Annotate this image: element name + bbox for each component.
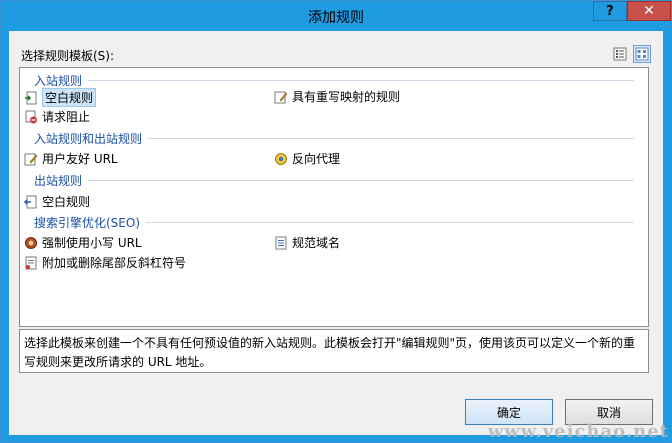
list-item-blank-outbound-rule[interactable]: 空白规则: [23, 193, 91, 210]
list-item-blank-inbound-rule[interactable]: 空白规则: [24, 88, 97, 107]
group-header-label: 出站规则: [34, 174, 83, 188]
list-item-label: 附加或删除尾部反斜杠符号: [42, 256, 187, 270]
list-item-rewrite-map-rule[interactable]: 具有重写映射的规则: [274, 88, 400, 105]
list-item-label: 请求阻止: [42, 110, 91, 124]
template-description: 选择此模板来创建一个不具有任何预设值的新入站规则。此模板会打开"编辑规则"页，使…: [19, 329, 649, 373]
group-header-label: 入站规则: [34, 74, 83, 88]
rule-template-list: 入站规则 空白规则 具有重写映射的规则 请求阻止 入站规则和出站规则 用户友好 …: [19, 67, 649, 327]
list-item-label: 强制使用小写 URL: [42, 236, 142, 250]
template-label: 选择规则模板(S):: [21, 49, 115, 63]
canonical-domain-icon: [274, 236, 288, 250]
list-item-reverse-proxy[interactable]: 反向代理: [274, 150, 340, 167]
view-toggle: [611, 45, 651, 63]
request-blocking-icon: [24, 110, 38, 124]
list-item-user-friendly-url[interactable]: 用户友好 URL: [24, 150, 118, 167]
list-view-icon[interactable]: [611, 45, 629, 63]
user-friendly-url-icon: [24, 152, 38, 166]
blank-outbound-rule-icon: [23, 195, 38, 209]
list-item-lowercase-url[interactable]: 强制使用小写 URL: [24, 234, 142, 251]
reverse-proxy-icon: [274, 152, 288, 166]
list-item-label: 空白规则: [42, 195, 91, 209]
group-header-inbound-outbound: 入站规则和出站规则: [34, 130, 634, 147]
list-item-label: 反向代理: [292, 152, 341, 166]
add-rule-dialog: 添加规则 ? ✕ 选择规则模板(S): 入站规则 空白规则 具有重写映射的规则 …: [0, 0, 672, 443]
rewrite-map-rule-icon: [274, 90, 288, 104]
close-button[interactable]: ✕: [627, 1, 671, 21]
group-header-label: 搜索引擎优化(SEO): [34, 216, 141, 230]
blank-inbound-rule-icon: [24, 91, 38, 105]
group-header-outbound: 出站规则: [34, 172, 634, 189]
tile-view-icon[interactable]: [633, 45, 651, 63]
group-header-inbound: 入站规则: [34, 72, 634, 89]
trailing-slash-icon: [24, 256, 38, 270]
dialog-title: 添加规则: [308, 10, 364, 26]
help-button[interactable]: ?: [593, 1, 627, 21]
list-item-canonical-domain[interactable]: 规范域名: [274, 234, 340, 251]
title-bar: 添加规则 ? ✕: [1, 1, 671, 31]
lowercase-url-icon: [24, 236, 38, 250]
group-header-seo: 搜索引擎优化(SEO): [34, 214, 634, 231]
list-item-label: 规范域名: [292, 236, 341, 250]
dialog-body: 选择规则模板(S): 入站规则 空白规则 具有重写映射的规则 请求阻止 入站规则…: [9, 31, 663, 435]
group-header-label: 入站规则和出站规则: [34, 132, 143, 146]
list-item-label: 具有重写映射的规则: [292, 90, 401, 104]
list-item-trailing-slash[interactable]: 附加或删除尾部反斜杠符号: [24, 254, 186, 271]
list-item-label: 用户友好 URL: [42, 152, 118, 166]
list-item-label: 空白规则: [42, 88, 97, 107]
site-watermark: www.veichao.net: [487, 421, 669, 442]
list-item-request-blocking[interactable]: 请求阻止: [24, 108, 90, 125]
